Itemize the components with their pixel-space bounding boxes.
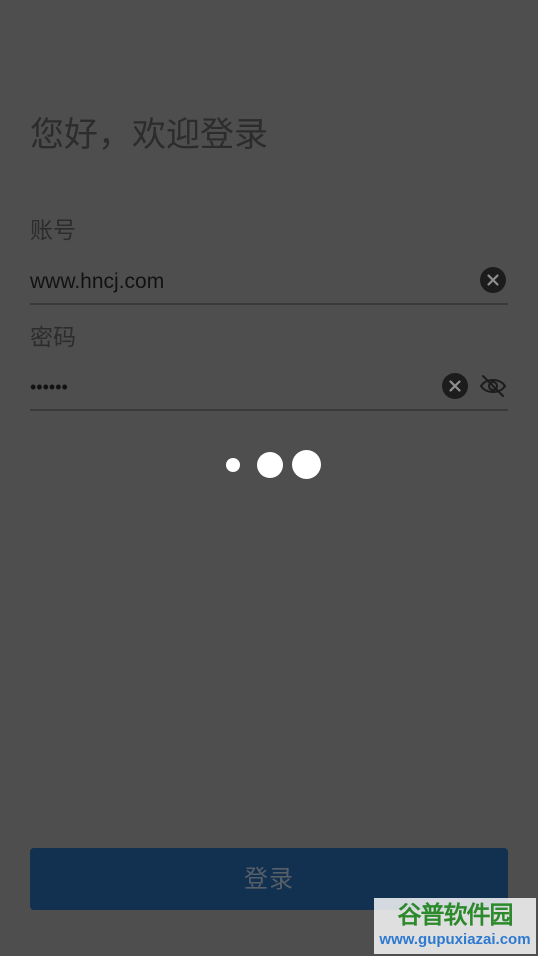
loading-dot — [226, 458, 240, 472]
account-field[interactable]: www.hncj.com — [30, 259, 508, 305]
watermark-title: 谷普软件园 — [397, 901, 514, 929]
welcome-title: 您好，欢迎登录 — [30, 115, 268, 155]
loading-dot — [257, 452, 283, 478]
password-input[interactable]: •••••• — [30, 373, 68, 401]
clear-account-icon[interactable] — [480, 267, 506, 293]
clear-password-icon[interactable] — [442, 373, 468, 399]
watermark-url: www.gupuxiazai.com — [379, 931, 531, 948]
eye-off-icon[interactable] — [478, 373, 508, 399]
loading-dots-icon — [224, 450, 324, 480]
watermark: 谷普软件园 www.gupuxiazai.com — [374, 898, 536, 954]
password-label: 密码 — [30, 325, 76, 351]
account-input[interactable]: www.hncj.com — [30, 268, 164, 296]
loading-dot — [292, 450, 321, 479]
account-label: 账号 — [30, 218, 76, 244]
password-field[interactable]: •••••• — [30, 365, 508, 411]
